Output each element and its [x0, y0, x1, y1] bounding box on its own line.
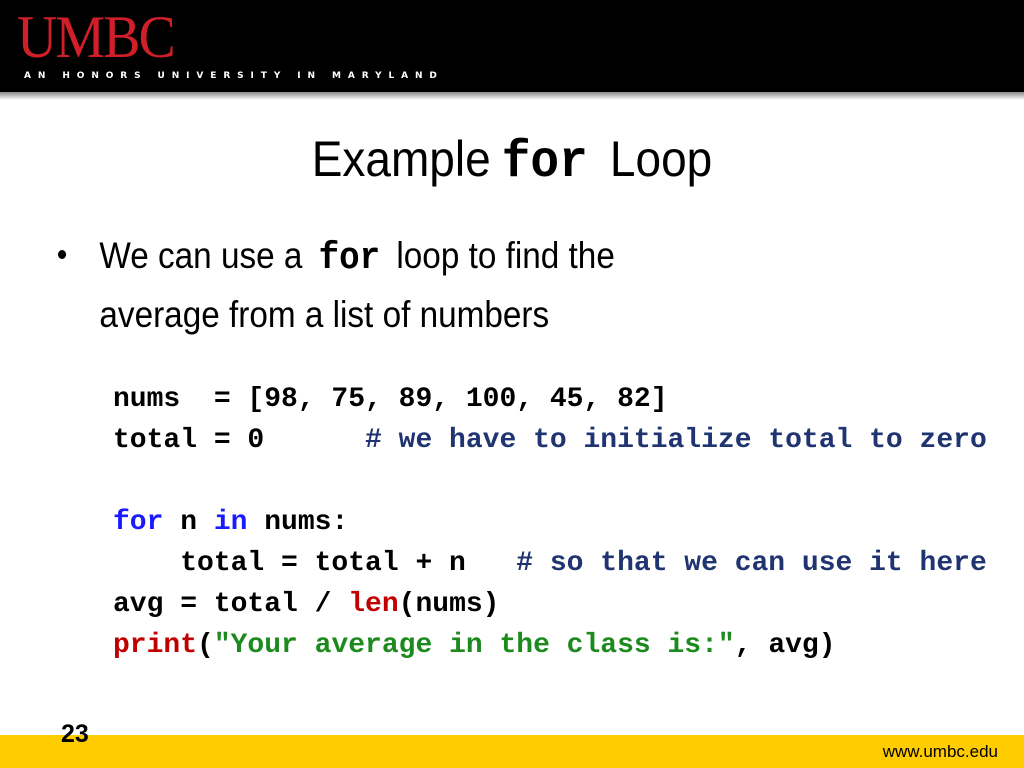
code-line: for n in nums: [113, 502, 987, 543]
university-tagline: AN HONORS UNIVERSITY IN MARYLAND [24, 71, 444, 81]
code-token: avg = total / [113, 589, 349, 620]
bullet-line-1: We can use a for loop to find the [99, 228, 614, 287]
code-token: total = 0 [113, 425, 366, 456]
page-number: 23 [61, 720, 89, 748]
code-token: n [163, 507, 214, 538]
code-token: total = total + n [113, 548, 517, 579]
code-token: (nums) [398, 589, 500, 620]
bullet-text-after: loop to find the [396, 235, 615, 276]
title-prefix: Example [311, 131, 491, 187]
header-bar: UMBC AN HONORS UNIVERSITY IN MARYLAND [0, 0, 1024, 92]
footer-url: www.umbc.edu [882, 742, 998, 761]
code-line: nums = [98, 75, 89, 100, 45, 82] [113, 379, 987, 420]
code-builtin: print [113, 630, 198, 661]
title-suffix: Loop [609, 131, 713, 187]
code-line: total = total + n # so that we can use i… [113, 543, 987, 584]
code-builtin: len [348, 589, 399, 620]
code-token: nums: [247, 507, 349, 538]
header-shadow [0, 92, 1024, 100]
footer-bar [0, 735, 1024, 768]
slide-title: Example for Loop [41, 124, 983, 198]
code-string: "Your average in the class is:" [213, 630, 735, 661]
bullet-icon [58, 250, 67, 259]
code-keyword: for [113, 507, 164, 538]
bullet-code: for [318, 237, 381, 280]
code-line: avg = total / len(nums) [113, 584, 987, 625]
bullet-text-before: We can use a [99, 235, 303, 276]
umbc-logo: UMBC [17, 4, 176, 70]
code-line: print("Your average in the class is:", a… [113, 625, 987, 666]
code-keyword: in [213, 507, 248, 538]
title-code: for [501, 133, 588, 192]
bullet-text: We can use a for loop to find the average … [99, 228, 614, 343]
code-token: , avg) [734, 630, 836, 661]
code-block: nums = [98, 75, 89, 100, 45, 82] total = … [113, 379, 987, 666]
code-line: total = 0 # we have to initialize total … [113, 420, 987, 461]
code-token: nums = [98, 75, 89, 100, 45, 82] [113, 384, 668, 415]
code-token: ( [197, 630, 214, 661]
bullet-line-2: average from a list of numbers [99, 294, 550, 335]
code-comment: # so that we can use it here [516, 548, 987, 579]
code-line [113, 461, 987, 502]
code-comment: # we have to initialize total to zero [365, 425, 987, 456]
